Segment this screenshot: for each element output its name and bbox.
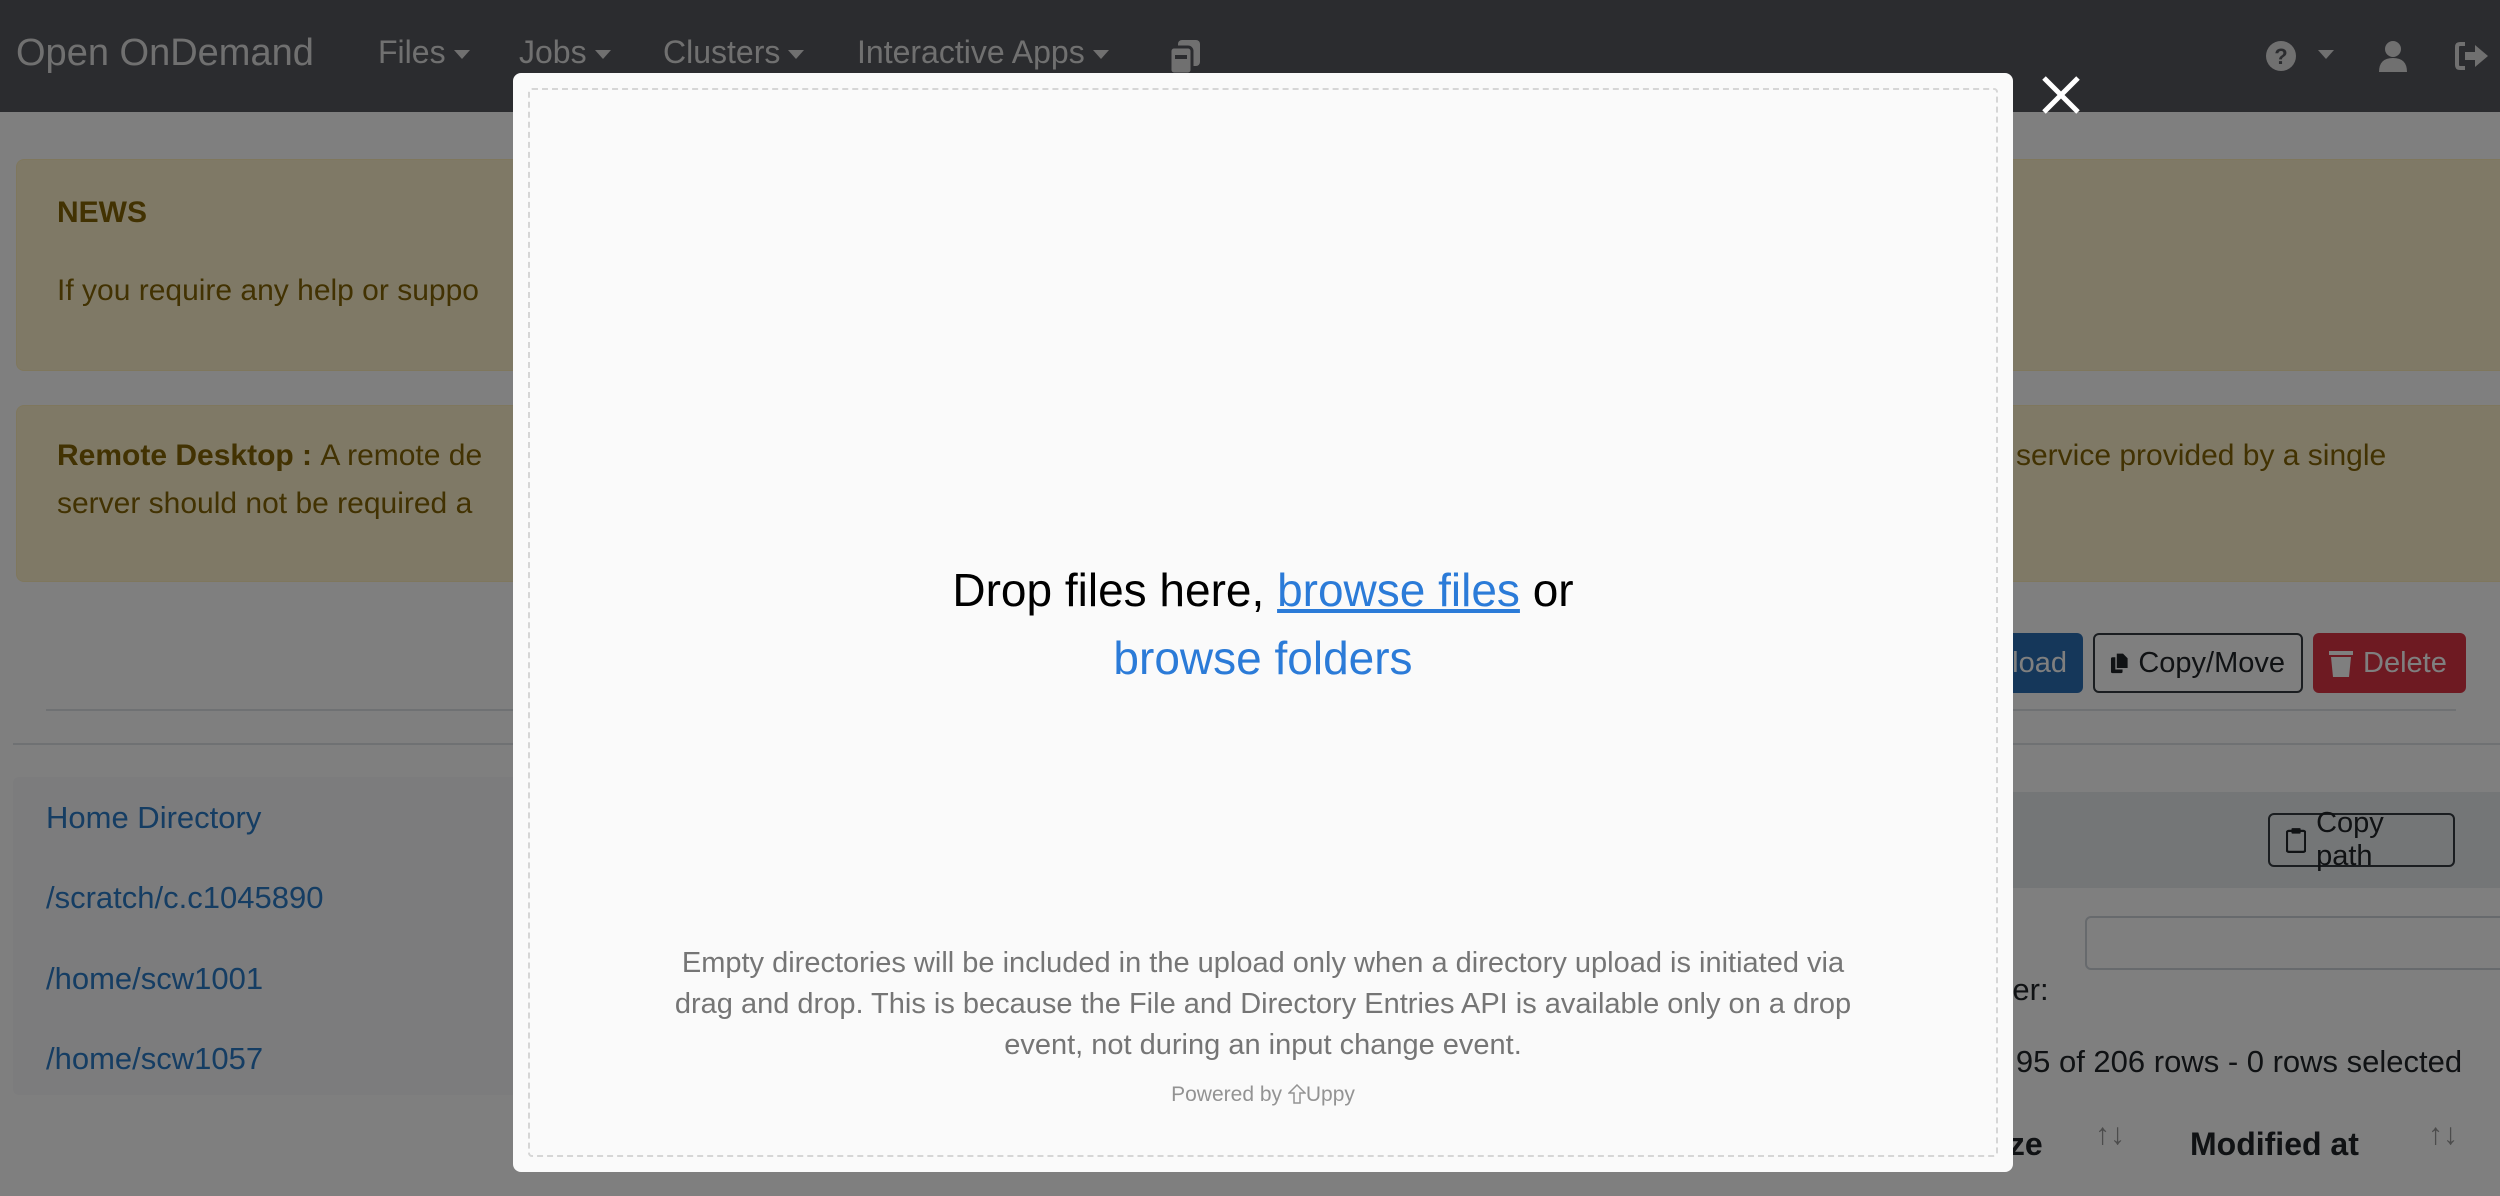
drop-text: Drop files here, <box>952 564 1278 616</box>
browse-folders-link[interactable]: browse folders <box>1113 632 1412 684</box>
close-icon[interactable] <box>2040 74 2082 116</box>
upload-note: Empty directories will be included in th… <box>674 947 1852 1061</box>
powered-by: Powered by Uppy <box>513 1083 2013 1107</box>
uppy-link[interactable]: Uppy <box>1306 1083 1355 1106</box>
or-text: or <box>1519 564 1574 616</box>
drop-line-1: Drop files here, browse files or <box>513 563 2013 617</box>
uppy-logo-icon <box>1287 1083 1307 1104</box>
browse-files-link[interactable]: browse files <box>1277 564 1520 616</box>
drop-line-2: browse folders <box>513 631 2013 685</box>
upload-modal: Drop files here, browse files or browse … <box>513 73 2013 1172</box>
powered-by-text: Powered by <box>1171 1083 1288 1106</box>
